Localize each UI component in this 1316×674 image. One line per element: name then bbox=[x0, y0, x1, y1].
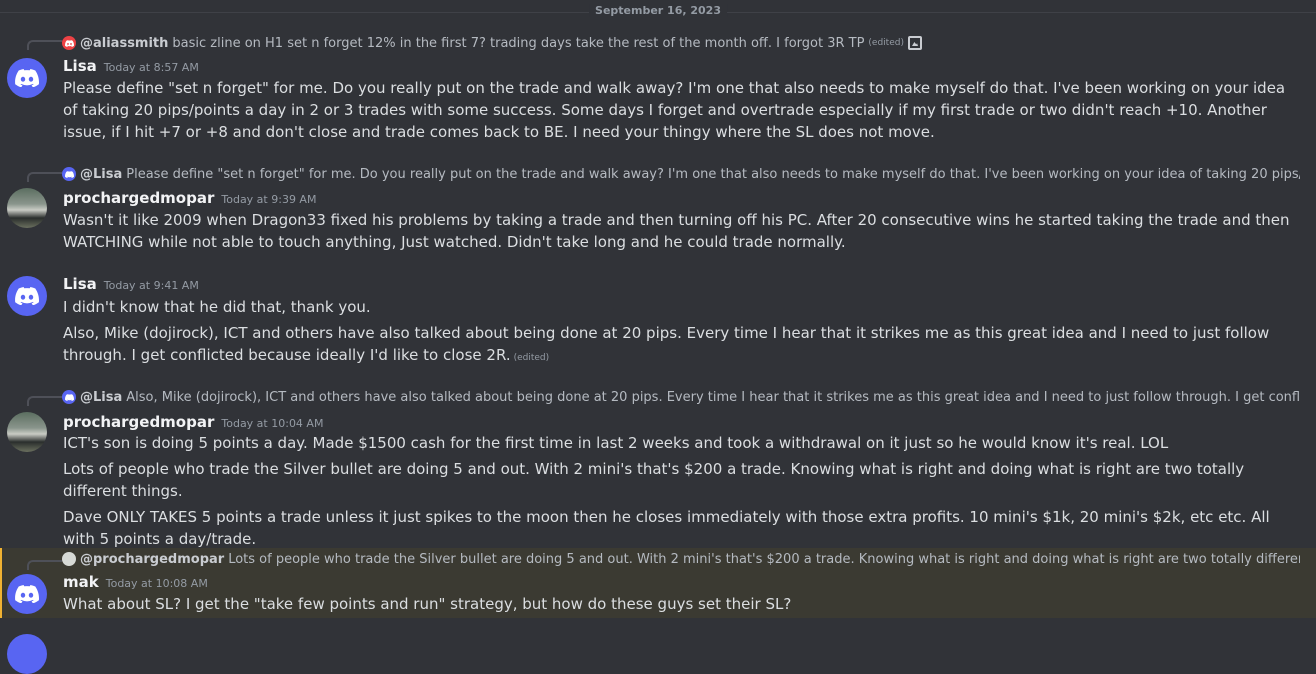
discord-logo-icon bbox=[15, 585, 39, 603]
avatar-mini-icon bbox=[62, 390, 76, 404]
message-text: What about SL? I get the "take few point… bbox=[63, 595, 792, 613]
avatar[interactable] bbox=[7, 634, 47, 674]
message-prochargedmopar-2[interactable]: @Lisa Also, Mike (dojirock), ICT and oth… bbox=[0, 386, 1316, 548]
discord-icon bbox=[62, 36, 76, 50]
message-text: ICT's son is doing 5 points a day. Made … bbox=[63, 434, 1169, 452]
date-divider-label: September 16, 2023 bbox=[589, 4, 727, 17]
message-text: I didn't know that he did that, thank yo… bbox=[63, 298, 371, 316]
avatar[interactable] bbox=[7, 58, 47, 98]
username[interactable]: Lisa bbox=[63, 275, 97, 293]
reply-spine bbox=[27, 40, 62, 50]
message-text: Dave ONLY TAKES 5 points a trade unless … bbox=[63, 508, 1270, 548]
edited-tag: (edited) bbox=[868, 38, 904, 48]
message-text: Wasn't it like 2009 when Dragon33 fixed … bbox=[63, 211, 1290, 251]
message-body: Please define "set n forget" for me. Do … bbox=[63, 77, 1300, 143]
avatar[interactable] bbox=[7, 276, 47, 316]
reply-preview[interactable]: @prochargedmopar Lots of people who trad… bbox=[62, 550, 1300, 568]
message-text: Please define "set n forget" for me. Do … bbox=[63, 79, 1286, 141]
avatar-mini-icon bbox=[62, 552, 76, 566]
reply-author[interactable]: @prochargedmopar bbox=[80, 552, 224, 567]
timestamp: Today at 10:08 AM bbox=[105, 577, 208, 590]
edited-tag: (edited) bbox=[513, 353, 550, 363]
message-text: Also, Mike (dojirock), ICT and others ha… bbox=[63, 324, 1270, 364]
avatar[interactable] bbox=[7, 188, 47, 228]
discord-logo-icon bbox=[15, 287, 39, 305]
avatar[interactable] bbox=[7, 574, 47, 614]
reply-author[interactable]: @Lisa bbox=[80, 390, 122, 405]
message-body: I didn't know that he did that, thank yo… bbox=[63, 296, 1300, 369]
reply-preview[interactable]: @Lisa Also, Mike (dojirock), ICT and oth… bbox=[62, 388, 1300, 406]
timestamp: Today at 8:57 AM bbox=[103, 61, 199, 74]
message-body: ICT's son is doing 5 points a day. Made … bbox=[63, 432, 1300, 550]
reply-spine bbox=[27, 396, 62, 406]
username[interactable]: prochargedmopar bbox=[63, 189, 214, 207]
username[interactable]: mak bbox=[63, 573, 99, 591]
reply-preview[interactable]: @aliassmith basic zline on H1 set n forg… bbox=[62, 34, 1300, 52]
reply-text[interactable]: Also, Mike (dojirock), ICT and others ha… bbox=[126, 390, 1300, 405]
message-body: Wasn't it like 2009 when Dragon33 fixed … bbox=[63, 209, 1300, 253]
image-icon bbox=[907, 36, 922, 50]
date-divider: September 16, 2023 bbox=[0, 4, 1316, 17]
username[interactable]: Lisa bbox=[63, 57, 97, 75]
timestamp: Today at 10:04 AM bbox=[221, 417, 324, 430]
reply-author[interactable]: @Lisa bbox=[80, 167, 122, 182]
reply-preview[interactable]: @Lisa Please define "set n forget" for m… bbox=[62, 165, 1300, 183]
reply-spine bbox=[27, 172, 62, 182]
message-body: What about SL? I get the "take few point… bbox=[63, 593, 1300, 615]
reply-spine bbox=[27, 560, 62, 570]
reply-author[interactable]: @aliassmith bbox=[80, 36, 168, 51]
message-lisa-1[interactable]: @aliassmith basic zline on H1 set n forg… bbox=[0, 30, 1316, 148]
message-mak[interactable]: @prochargedmopar Lots of people who trad… bbox=[0, 548, 1316, 618]
message-lisa-2[interactable]: Lisa Today at 9:41 AM I didn't know that… bbox=[0, 272, 1316, 368]
avatar[interactable] bbox=[7, 412, 47, 452]
timestamp: Today at 9:41 AM bbox=[103, 279, 199, 292]
username[interactable]: prochargedmopar bbox=[63, 413, 214, 431]
reply-text[interactable]: Lots of people who trade the Silver bull… bbox=[228, 552, 1300, 567]
discord-logo-icon bbox=[15, 69, 39, 87]
avatar-mini-icon bbox=[62, 167, 76, 181]
reply-text[interactable]: Please define "set n forget" for me. Do … bbox=[126, 167, 1300, 182]
message-prochargedmopar-1[interactable]: @Lisa Please define "set n forget" for m… bbox=[0, 162, 1316, 256]
timestamp: Today at 9:39 AM bbox=[221, 193, 317, 206]
message-text: Lots of people who trade the Silver bull… bbox=[63, 460, 1245, 500]
reply-text[interactable]: basic zline on H1 set n forget 12% in th… bbox=[172, 36, 864, 51]
message-text: Also, Mike (dojirock), ICT and others ha… bbox=[63, 322, 1300, 369]
